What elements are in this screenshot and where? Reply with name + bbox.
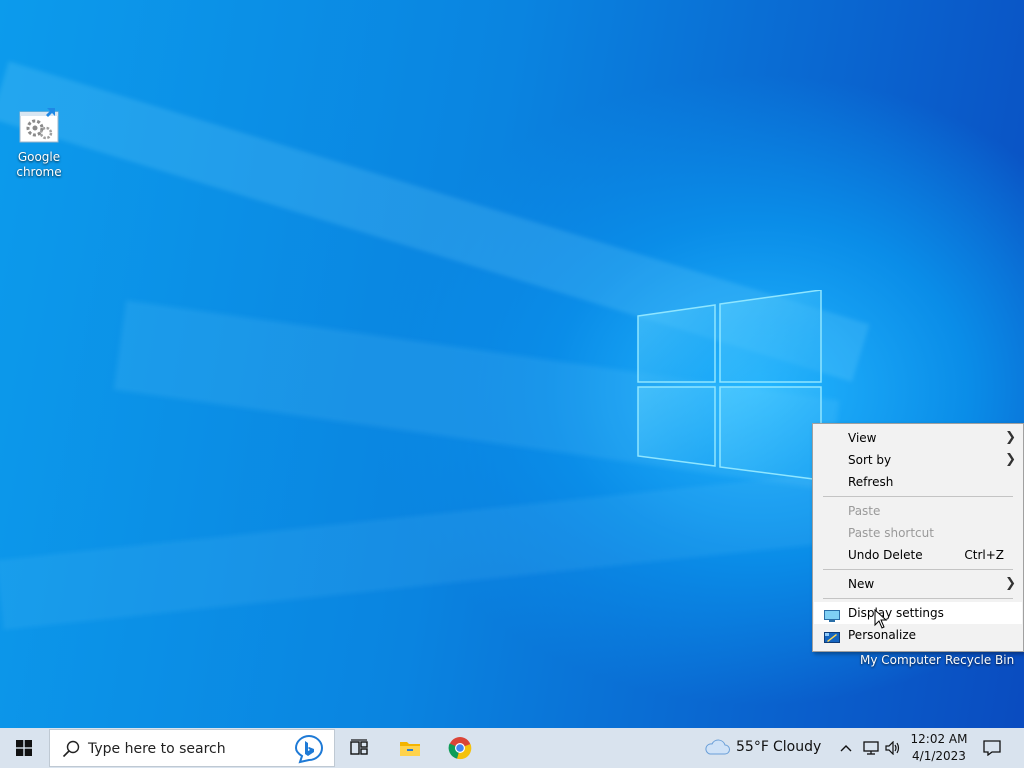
clock-time: 12:02 AM xyxy=(910,732,968,746)
file-explorer-icon xyxy=(400,742,420,756)
desktop-icon-my-computer[interactable]: My Computer xyxy=(860,653,941,667)
clock-date: 4/1/2023 xyxy=(912,749,966,763)
chrome-icon xyxy=(448,737,472,760)
menu-separator xyxy=(823,569,1013,570)
menu-item-view[interactable]: View ❯ xyxy=(814,427,1022,449)
menu-item-undo-delete[interactable]: Undo Delete Ctrl+Z xyxy=(814,544,1022,566)
menu-item-new[interactable]: New ❯ xyxy=(814,573,1022,595)
file-explorer-button[interactable] xyxy=(390,728,430,768)
menu-shortcut-text: Ctrl+Z xyxy=(964,548,1004,562)
desktop-context-menu: View ❯ Sort by ❯ Refresh Paste Paste sho… xyxy=(812,423,1024,652)
chevron-up-icon xyxy=(840,745,852,752)
task-view-button[interactable] xyxy=(340,728,380,768)
mouse-cursor-icon xyxy=(874,609,888,629)
windows-start-icon xyxy=(16,740,32,756)
volume-button[interactable] xyxy=(882,728,904,768)
weather-condition: Cloudy xyxy=(773,739,822,755)
wallpaper-beam xyxy=(0,471,850,630)
notification-icon xyxy=(983,740,1001,756)
desktop[interactable]: Google chrome My Computer Recycle Bin Vi… xyxy=(0,0,1024,728)
show-hidden-icons-button[interactable] xyxy=(836,728,856,768)
desktop-icon-google-chrome[interactable]: Google chrome xyxy=(1,106,77,180)
menu-item-refresh[interactable]: Refresh xyxy=(814,471,1022,493)
notification-center-button[interactable] xyxy=(978,728,1006,768)
weather-widget[interactable]: 55°F Cloudy xyxy=(704,728,824,768)
network-button[interactable] xyxy=(860,728,882,768)
taskbar: Type here to search 55°F Cloudy 12:02 AM… xyxy=(0,728,1024,768)
personalize-icon xyxy=(824,629,840,643)
chevron-right-icon: ❯ xyxy=(1005,430,1016,445)
menu-separator xyxy=(823,496,1013,497)
desktop-icon-label: chrome xyxy=(16,165,62,179)
chevron-right-icon: ❯ xyxy=(1005,452,1016,467)
bing-icon[interactable] xyxy=(294,734,324,764)
cloud-icon xyxy=(705,739,730,755)
task-view-icon xyxy=(350,739,368,755)
search-icon xyxy=(62,740,80,758)
desktop-icon-label: Google xyxy=(17,150,61,164)
search-placeholder: Type here to search xyxy=(88,741,226,757)
weather-temp: 55°F xyxy=(736,739,769,755)
windows-wallpaper-logo xyxy=(637,290,822,480)
taskbar-clock[interactable]: 12:02 AM 4/1/2023 xyxy=(906,731,972,765)
chrome-taskbar-button[interactable] xyxy=(440,728,480,768)
chevron-right-icon: ❯ xyxy=(1005,576,1016,591)
menu-item-sort-by[interactable]: Sort by ❯ xyxy=(814,449,1022,471)
display-icon xyxy=(824,607,840,622)
start-button[interactable] xyxy=(0,728,48,768)
network-icon xyxy=(863,741,879,755)
volume-icon xyxy=(885,741,900,755)
taskbar-search-box[interactable]: Type here to search xyxy=(49,729,335,767)
settings-shortcut-icon xyxy=(17,106,61,146)
menu-separator xyxy=(823,598,1013,599)
menu-item-personalize[interactable]: Personalize xyxy=(814,624,1022,646)
desktop-icon-recycle-bin[interactable]: Recycle Bin xyxy=(945,653,1014,667)
menu-item-paste-shortcut[interactable]: Paste shortcut xyxy=(814,522,1022,544)
menu-item-paste[interactable]: Paste xyxy=(814,500,1022,522)
menu-item-display-settings[interactable]: Display settings xyxy=(814,602,1022,624)
